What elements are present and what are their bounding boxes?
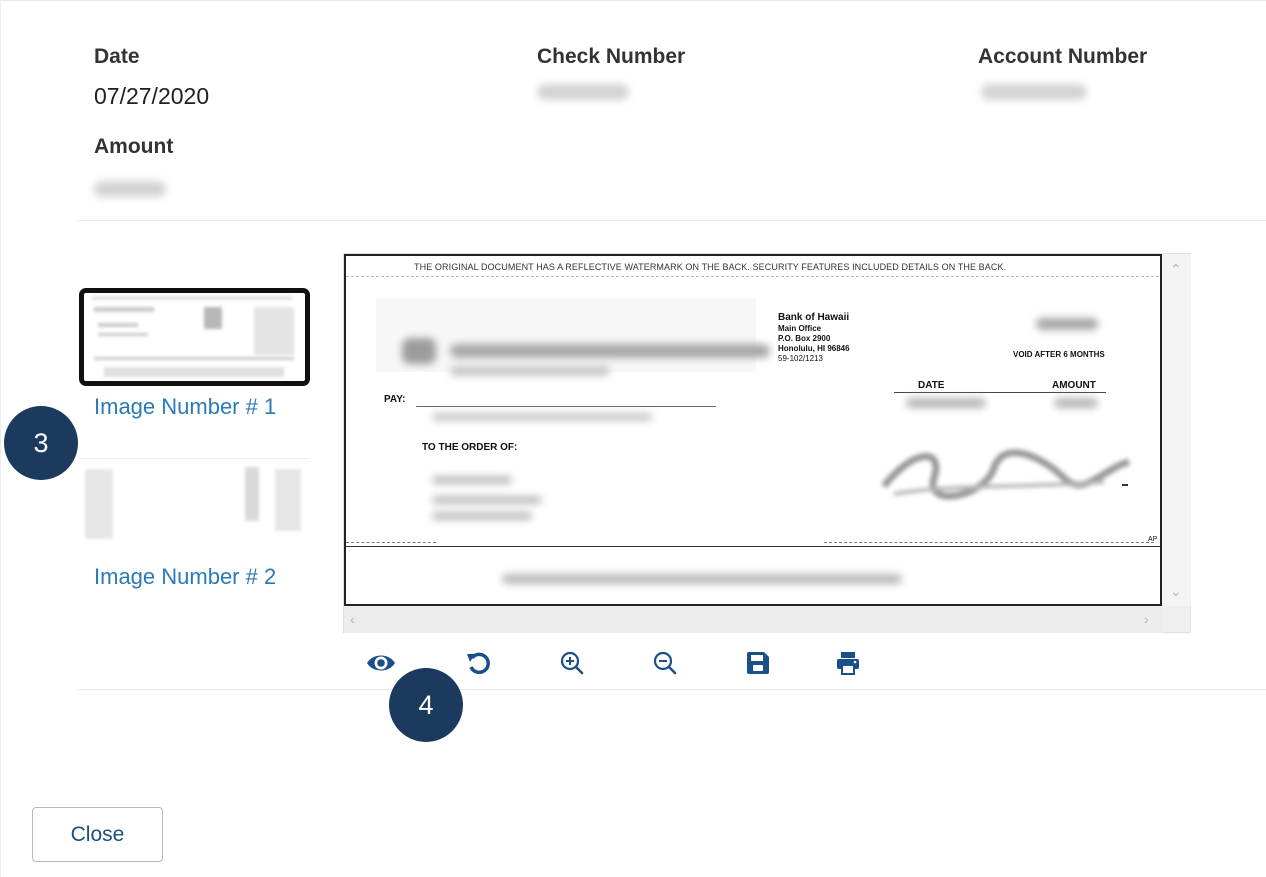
signature-redacted: [874, 438, 1134, 508]
order-label: TO THE ORDER OF:: [422, 442, 518, 453]
check-date-label: DATE: [918, 380, 945, 391]
horizontal-scrollbar[interactable]: ‹ ›: [344, 606, 1162, 633]
zoom-in-icon: [560, 651, 584, 675]
thumbnail-1[interactable]: [79, 288, 310, 386]
step-badge-3: 3: [4, 406, 78, 480]
date-value: 07/27/2020: [94, 83, 210, 109]
zoom-in-button[interactable]: [554, 645, 590, 681]
thumbnail-2[interactable]: [79, 458, 310, 554]
save-icon: [747, 652, 769, 674]
amount-label: Amount: [94, 135, 174, 158]
print-icon: [837, 652, 859, 675]
vertical-scrollbar[interactable]: ⌃ ⌄: [1162, 254, 1191, 606]
scroll-left-icon[interactable]: ‹: [350, 612, 355, 626]
step-badge-4: 4: [389, 668, 463, 742]
zoom-out-icon: [653, 651, 677, 675]
check-amount-label: AMOUNT: [1052, 380, 1096, 391]
bank-line-3: Honolulu, HI 96846: [778, 344, 850, 353]
check-number-label: Check Number: [537, 45, 686, 68]
check-image-dialog: Date 07/27/2020 Check Number Account Num…: [0, 0, 1266, 877]
amount-redacted: [94, 181, 166, 197]
check-number-redacted: [537, 84, 629, 100]
bank-line-4: 59-102/1213: [778, 354, 823, 363]
date-label: Date: [94, 45, 140, 68]
save-button[interactable]: [740, 645, 776, 681]
account-number-label: Account Number: [978, 45, 1148, 68]
check-image: THE ORIGINAL DOCUMENT HAS A REFLECTIVE W…: [344, 254, 1162, 606]
divider-top: [76, 220, 1266, 221]
scroll-right-icon[interactable]: ›: [1144, 612, 1149, 626]
zoom-out-button[interactable]: [647, 645, 683, 681]
check-corner-text: AP: [1148, 536, 1158, 543]
close-button[interactable]: Close: [32, 807, 163, 862]
scroll-down-icon[interactable]: ⌄: [1170, 584, 1182, 598]
pay-label: PAY:: [384, 394, 406, 405]
eye-icon: [367, 655, 395, 671]
bank-line-2: P.O. Box 2900: [778, 334, 831, 343]
check-watermark-notice: THE ORIGINAL DOCUMENT HAS A REFLECTIVE W…: [414, 262, 1007, 272]
void-after-text: VOID AFTER 6 MONTHS: [1013, 350, 1105, 359]
rotate-button[interactable]: [461, 645, 497, 681]
thumbnail-2-link[interactable]: Image Number # 2: [94, 564, 276, 590]
rotate-icon: [467, 652, 490, 675]
divider-bottom: [76, 689, 1266, 690]
bank-name: Bank of Hawaii: [778, 312, 850, 323]
thumbnail-1-link[interactable]: Image Number # 1: [94, 394, 276, 420]
check-image-viewer[interactable]: THE ORIGINAL DOCUMENT HAS A REFLECTIVE W…: [343, 253, 1191, 633]
account-number-redacted: [981, 84, 1087, 100]
micr-line-redacted: [502, 574, 902, 584]
toggle-view-button[interactable]: [363, 645, 399, 681]
print-button[interactable]: [830, 645, 866, 681]
scroll-up-icon[interactable]: ⌃: [1170, 262, 1182, 276]
bank-line-1: Main Office: [778, 324, 822, 333]
